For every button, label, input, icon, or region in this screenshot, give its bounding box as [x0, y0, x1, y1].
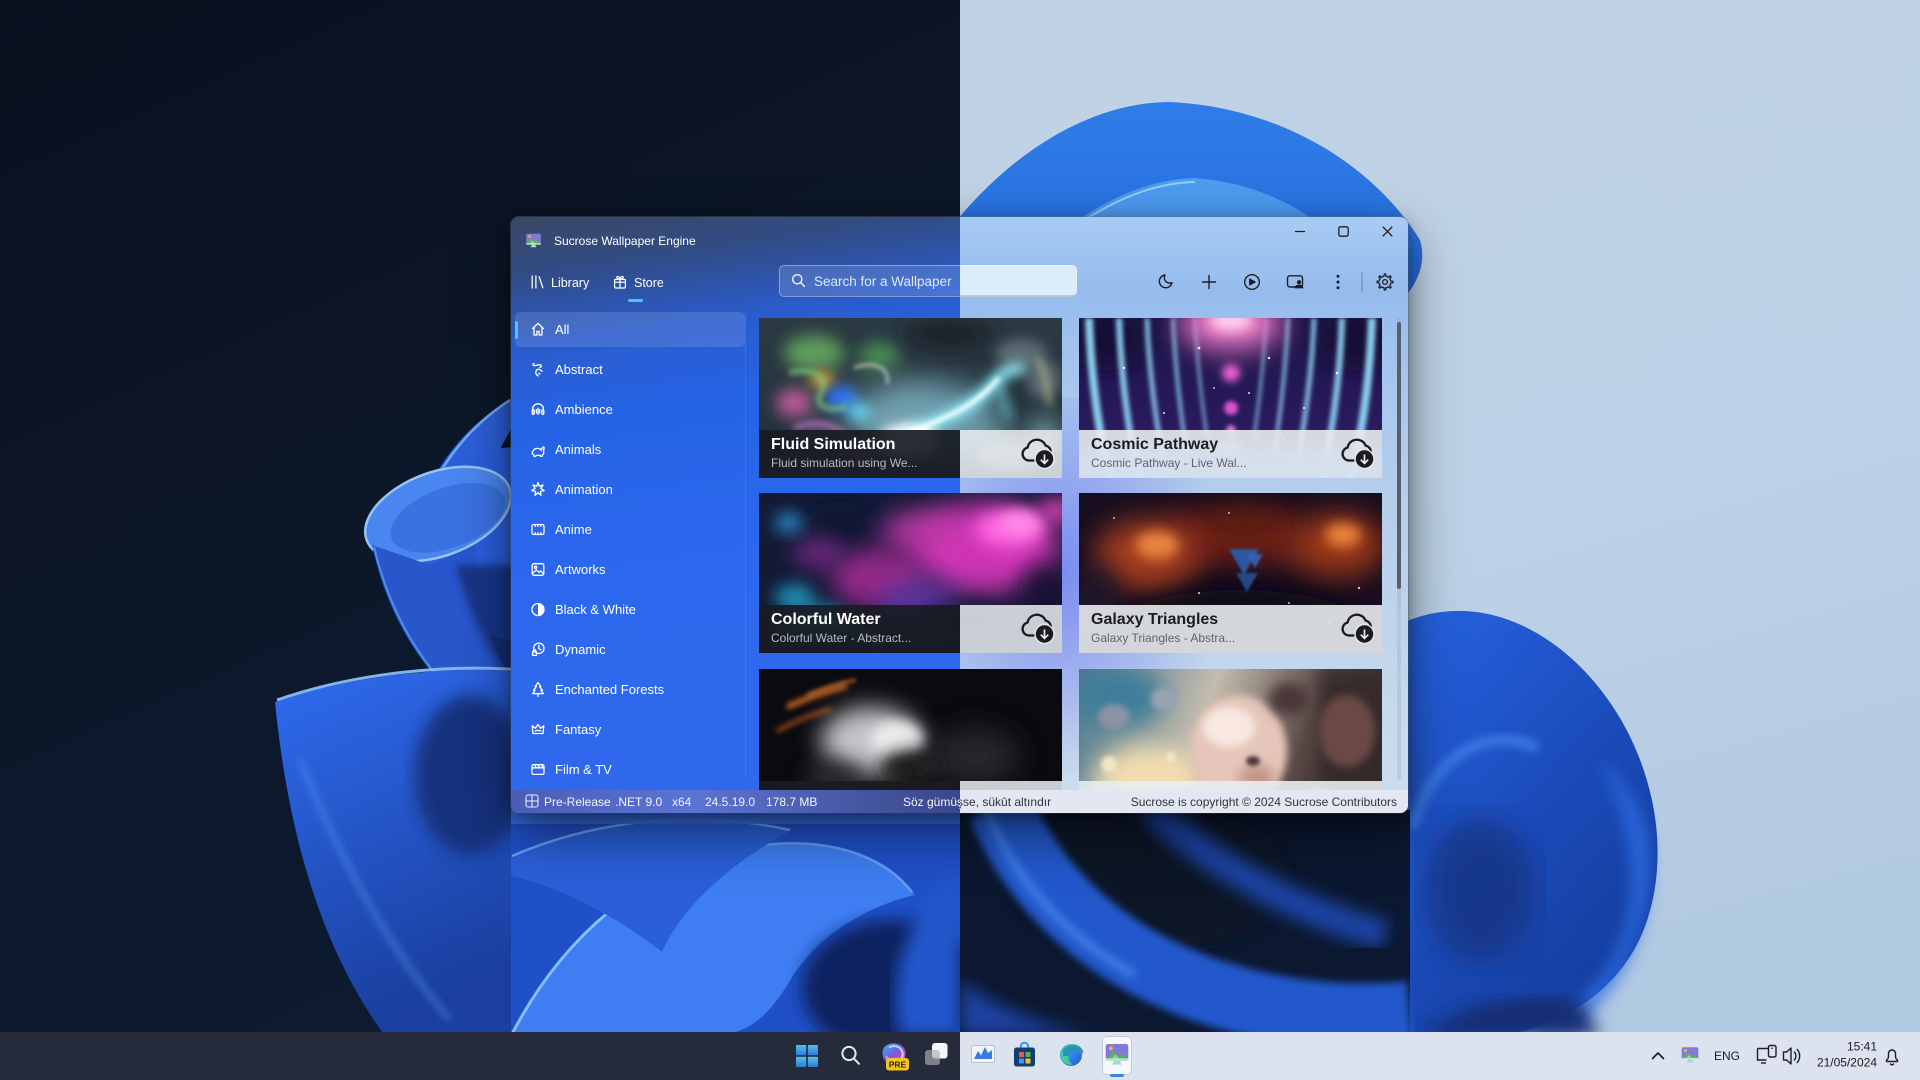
svg-text:21/05/2024: 21/05/2024 [1817, 1056, 1877, 1070]
svg-text:ENG: ENG [1714, 1049, 1740, 1063]
svg-text:15:41: 15:41 [1847, 1040, 1877, 1054]
svg-text:PRE: PRE [889, 1060, 907, 1070]
